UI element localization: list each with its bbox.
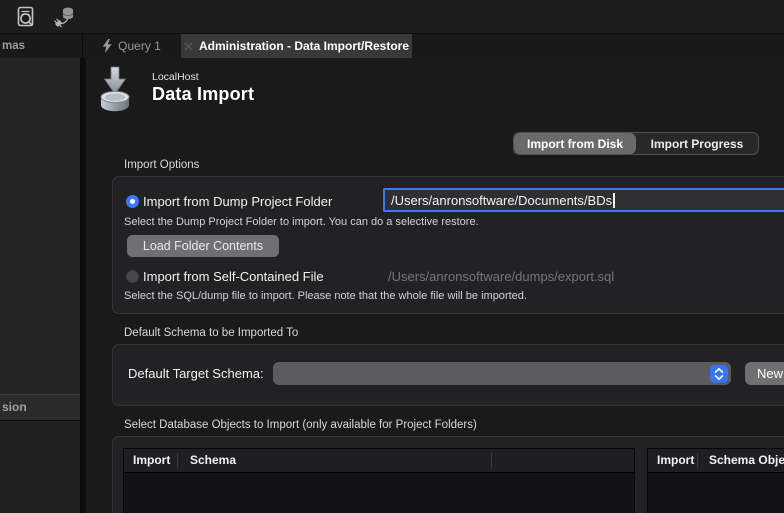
text-cursor — [613, 193, 615, 208]
schema-objects-table-header: Import Schema Objects — [648, 449, 784, 473]
schemas-col-schema: Schema — [190, 449, 236, 472]
import-from-file-label: Import from Self-Contained File — [143, 269, 324, 284]
column-divider[interactable] — [697, 453, 698, 468]
mysql-workbench-window: mas Query 1 Administration - Data Import… — [0, 0, 784, 513]
tab-query-1-label: Query 1 — [118, 39, 161, 53]
tab-close-icon[interactable] — [184, 42, 193, 51]
load-folder-contents-button[interactable]: Load Folder Contents — [127, 235, 279, 257]
page-title: Data Import — [152, 84, 254, 105]
schema-objects-table[interactable]: Import Schema Objects — [647, 448, 784, 513]
connection-name: LocalHost — [152, 71, 199, 83]
default-target-schema-dropdown[interactable] — [273, 362, 731, 385]
tab-administration-label: Administration - Data Import/Restore — [199, 39, 409, 53]
default-target-schema-label: Default Target Schema: — [128, 366, 264, 381]
import-options-title: Import Options — [124, 159, 199, 171]
tab-query-1[interactable]: Query 1 — [82, 34, 182, 58]
file-hint: Select the SQL/dump file to import. Plea… — [124, 290, 527, 302]
tab-import-from-disk[interactable]: Import from Disk — [514, 133, 636, 154]
radio-import-from-file[interactable] — [126, 270, 139, 283]
session-section-header[interactable]: sion — [0, 394, 80, 422]
dropdown-selected-value — [273, 366, 281, 381]
select-objects-title: Select Database Objects to Import (only … — [124, 419, 477, 431]
left-sidebar: sion — [0, 58, 80, 513]
new-query-report-icon[interactable] — [13, 4, 39, 30]
import-from-folder-label: Import from Dump Project Folder — [143, 194, 332, 209]
objects-col-schema-objects: Schema Objects — [709, 449, 784, 472]
dump-folder-path-value: /Users/anronsoftware/Documents/BDs — [391, 193, 612, 208]
database-connection-icon[interactable] — [51, 4, 77, 30]
objects-col-import: Import — [657, 449, 694, 472]
new-schema-button[interactable]: New — [745, 362, 784, 385]
main-toolbar — [0, 0, 784, 34]
session-section-label: sion — [0, 400, 27, 414]
lightning-icon — [102, 39, 112, 53]
column-divider[interactable] — [491, 453, 492, 468]
schemas-panel-header[interactable]: mas — [0, 34, 83, 58]
tab-import-progress[interactable]: Import Progress — [636, 133, 758, 154]
dump-folder-path-input[interactable]: /Users/anronsoftware/Documents/BDs — [383, 188, 784, 212]
column-divider[interactable] — [177, 453, 178, 468]
tab-administration-data-import[interactable]: Administration - Data Import/Restore — [181, 34, 412, 58]
schemas-col-import: Import — [133, 449, 170, 472]
sidebar-lower-panel — [0, 421, 80, 513]
radio-import-from-folder[interactable] — [126, 195, 139, 208]
self-contained-file-path: /Users/anronsoftware/dumps/export.sql — [388, 269, 614, 284]
schemas-table-header: Import Schema — [124, 449, 634, 473]
import-view-switch: Import from Disk Import Progress — [513, 132, 759, 155]
default-schema-title: Default Schema to be Imported To — [124, 327, 298, 339]
data-import-page: LocalHost Data Import Import from Disk I… — [86, 58, 784, 513]
schemas-table[interactable]: Import Schema — [123, 448, 635, 513]
data-import-icon — [95, 66, 135, 117]
editor-tab-bar: mas Query 1 Administration - Data Import… — [0, 34, 784, 59]
folder-hint: Select the Dump Project Folder to import… — [124, 216, 479, 228]
dropdown-stepper-icon — [710, 365, 728, 383]
schemas-panel-label: mas — [0, 40, 25, 52]
